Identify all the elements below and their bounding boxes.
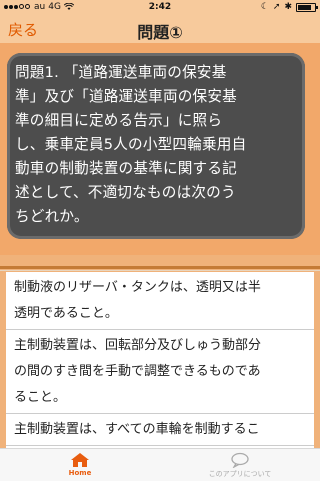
question-card: 問題1. 「道路運送車両の保安基 準」及び「道路運送車両の保安基 準の細目に定め… bbox=[7, 53, 305, 239]
question-line: 動車の制動装置の基準に関する記 bbox=[15, 160, 237, 177]
page-title: 問題① bbox=[137, 23, 183, 42]
bluetooth-icon: ✱ bbox=[284, 2, 292, 12]
home-icon bbox=[71, 453, 89, 467]
location-icon: ➚ bbox=[272, 2, 281, 12]
answer-list[interactable]: 制動液のリザーバ・タンクは、透明又は半 透明であること。 主制動装置は、回転部分… bbox=[6, 272, 314, 452]
tab-home-label: Home bbox=[68, 469, 92, 477]
question-panel: 問題1. 「道路運送車両の保安基 準」及び「道路運送車両の保安基 準の細目に定め… bbox=[0, 43, 320, 255]
answer-option-2[interactable]: 主制動装置は、回転部分及びしゅう動部分 の間のすき間を手動で調整できるものであ … bbox=[6, 330, 314, 414]
tab-bar: Home このアプリについて bbox=[0, 448, 320, 481]
answer-line: 制動液のリザーバ・タンクは、透明又は半 bbox=[14, 280, 261, 295]
question-text: 問題1. 「道路運送車両の保安基 準」及び「道路運送車両の保安基 準の細目に定め… bbox=[15, 61, 297, 229]
tab-home[interactable]: Home bbox=[0, 449, 160, 481]
question-line: 問題1. 「道路運送車両の保安基 bbox=[15, 64, 227, 81]
status-bar: au 4G 2:42 ☾ ➚ ✱ bbox=[0, 0, 320, 15]
moon-icon: ☾ bbox=[260, 2, 269, 12]
answer-line: ること。 bbox=[14, 390, 67, 405]
answer-line: 透明であること。 bbox=[14, 306, 118, 321]
battery-icon bbox=[296, 2, 318, 12]
tab-about[interactable]: このアプリについて bbox=[160, 449, 320, 481]
question-line: ちどれか。 bbox=[15, 208, 89, 225]
chat-bubble-icon bbox=[231, 452, 249, 468]
nav-bar: 戻る 問題① bbox=[0, 15, 320, 43]
tab-about-label: このアプリについて bbox=[208, 470, 272, 478]
question-line: 準」及び「道路運送車両の保安基 bbox=[15, 88, 237, 105]
section-divider bbox=[0, 266, 320, 269]
answer-line: の間のすき間を手動で調整できるものであ bbox=[14, 364, 261, 379]
question-line: し、乗車定員5人の小型四輪乗用自 bbox=[15, 136, 247, 153]
answer-option-1[interactable]: 制動液のリザーバ・タンクは、透明又は半 透明であること。 bbox=[6, 272, 314, 330]
status-right: ☾ ➚ ✱ bbox=[260, 2, 318, 12]
answer-option-3[interactable]: 主制動装置は、すべての車輪を制動するこ bbox=[6, 414, 314, 446]
answer-line: 主制動装置は、すべての車輪を制動するこ bbox=[14, 422, 260, 437]
answer-line: 主制動装置は、回転部分及びしゅう動部分 bbox=[14, 338, 262, 353]
question-line: 準の細目に定める告示」に照ら bbox=[15, 112, 223, 129]
section-divider-light bbox=[0, 270, 320, 271]
question-line: 述として、不適切なものは次のう bbox=[15, 184, 236, 201]
